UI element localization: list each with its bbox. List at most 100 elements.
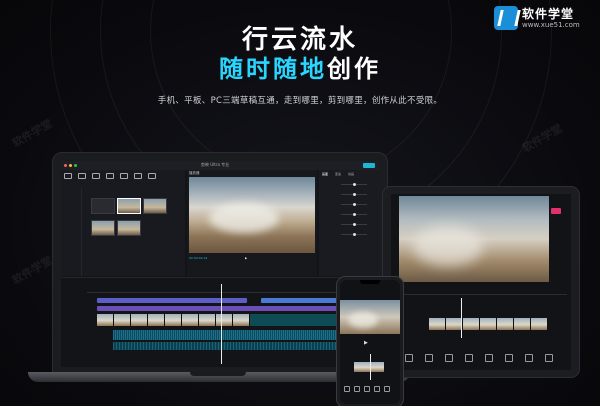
slider-track — [341, 192, 367, 196]
sticker-icon — [106, 173, 114, 179]
clip-frame[interactable] — [480, 318, 497, 330]
brand-logo-icon — [494, 6, 518, 30]
minimize-window-icon[interactable] — [69, 164, 72, 167]
phone-video-clip[interactable] — [354, 362, 384, 372]
media-tabs — [63, 172, 183, 186]
filter-track-clip[interactable] — [97, 306, 357, 311]
clip-frame[interactable] — [497, 318, 514, 330]
cut-icon[interactable] — [405, 354, 413, 362]
property-slider[interactable] — [321, 232, 377, 236]
filter-icon[interactable] — [505, 354, 513, 362]
property-slider[interactable] — [321, 202, 377, 206]
clip-frame — [97, 314, 114, 326]
media-tab[interactable] — [77, 172, 87, 184]
sticker-icon[interactable] — [465, 354, 473, 362]
brand-logo[interactable]: 软件学堂 www.xue51.com — [494, 4, 594, 34]
clip-frame — [148, 314, 165, 326]
ratio-icon[interactable] — [525, 354, 533, 362]
slider-track — [341, 232, 367, 236]
property-slider[interactable] — [321, 212, 377, 216]
media-panel — [61, 170, 185, 276]
playhead[interactable] — [461, 298, 462, 338]
preview-panel: 播放器 00:00:04:19 ▶ — [187, 170, 317, 276]
brand-name: 软件学堂 — [522, 7, 575, 21]
audio-icon[interactable] — [354, 386, 360, 392]
property-slider[interactable] — [321, 192, 377, 196]
media-tab[interactable] — [147, 172, 157, 184]
export-button[interactable] — [363, 163, 375, 168]
media-thumbnail[interactable] — [117, 198, 141, 214]
brand-url: www.xue51.com — [522, 21, 580, 29]
sticker-icon[interactable] — [374, 386, 380, 392]
media-tab[interactable] — [91, 172, 101, 184]
timecode: 00:00:04:19 — [189, 256, 208, 260]
close-window-icon[interactable] — [64, 164, 67, 167]
property-slider[interactable] — [321, 222, 377, 226]
hero-tagline-highlight: 随时随地 — [219, 55, 327, 83]
audio-icon[interactable] — [425, 354, 433, 362]
props-tab[interactable]: 动画 — [348, 172, 354, 176]
audio-icon — [78, 173, 86, 179]
dust-cloud — [209, 203, 279, 233]
slider-track — [341, 212, 367, 216]
laptop-notch — [190, 372, 246, 376]
text-track-clip[interactable] — [97, 298, 247, 303]
play-icon[interactable]: ▶ — [245, 256, 247, 260]
laptop-screen: 剪映 Ultra 专业 播放器 00:00:04:19 ▶ 画面 变速 动画 — [61, 161, 379, 367]
properties-panel: 画面 变速 动画 — [319, 170, 379, 276]
clip-frame[interactable] — [514, 318, 531, 330]
clip-frame[interactable] — [429, 318, 446, 330]
phone-preview-video[interactable] — [340, 300, 400, 334]
clip-frame[interactable] — [463, 318, 480, 330]
media-tab[interactable] — [119, 172, 129, 184]
effects-icon[interactable] — [485, 354, 493, 362]
clip-frame[interactable] — [531, 318, 548, 330]
cut-icon[interactable] — [344, 386, 350, 392]
media-thumbnail[interactable] — [117, 220, 141, 236]
hero-subtitle: 手机、平板、PC三端草稿互通，走到哪里，剪到哪里，创作从此不受限。 — [157, 96, 443, 106]
media-tab[interactable] — [133, 172, 143, 184]
watermark: 软件学堂 — [9, 253, 55, 288]
clip-frame — [216, 314, 233, 326]
playhead[interactable] — [370, 354, 371, 380]
property-slider[interactable] — [321, 182, 377, 186]
dust-cloud — [348, 312, 378, 328]
watermark: 软件学堂 — [9, 116, 55, 151]
tablet-preview-video[interactable] — [399, 196, 549, 282]
tablet-export-button[interactable] — [551, 208, 561, 214]
clip-frame — [233, 314, 250, 326]
media-thumbnail[interactable] — [91, 220, 115, 236]
transition-icon — [134, 173, 142, 179]
slider-track — [341, 202, 367, 206]
clip-frame — [114, 314, 131, 326]
editor-window-title: 剪映 Ultra 专业 — [201, 162, 230, 167]
clip-frame — [182, 314, 199, 326]
text-icon — [92, 173, 100, 179]
hero-tagline: 随时随地创作 — [0, 49, 600, 84]
text-icon[interactable] — [364, 386, 370, 392]
preview-video[interactable] — [189, 177, 315, 253]
props-tab[interactable]: 画面 — [322, 172, 328, 176]
background-icon[interactable] — [545, 354, 553, 362]
effect-track-clip[interactable] — [261, 298, 341, 303]
import-button[interactable] — [91, 198, 115, 214]
editor-titlebar: 剪映 Ultra 专业 — [61, 161, 379, 170]
playhead[interactable] — [221, 284, 222, 364]
timeline-panel — [61, 277, 379, 367]
effects-icon[interactable] — [384, 386, 390, 392]
text-icon[interactable] — [445, 354, 453, 362]
filter-icon — [148, 173, 156, 179]
timeline-ruler[interactable] — [87, 288, 377, 293]
media-tab[interactable] — [63, 172, 73, 184]
phone-toolbar — [342, 386, 398, 396]
tablet-screen — [391, 194, 571, 370]
maximize-window-icon[interactable] — [74, 164, 77, 167]
dust-cloud — [413, 226, 483, 266]
clip-frame — [131, 314, 148, 326]
tablet-ruler — [401, 294, 567, 295]
media-thumbnail[interactable] — [143, 198, 167, 214]
hero-tagline-rest: 创作 — [327, 55, 381, 83]
play-icon[interactable]: ▶ — [364, 340, 368, 346]
props-tab[interactable]: 变速 — [335, 172, 341, 176]
media-tab[interactable] — [105, 172, 115, 184]
